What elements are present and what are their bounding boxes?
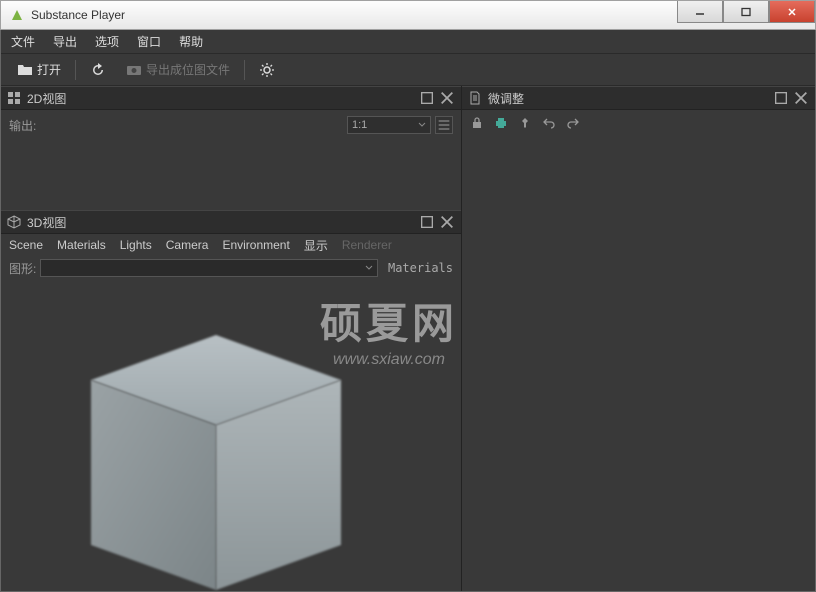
tab-materials[interactable]: Materials bbox=[57, 238, 106, 252]
view2d-options-button[interactable] bbox=[435, 116, 453, 134]
maximize-button[interactable] bbox=[723, 1, 769, 23]
undo-icon[interactable] bbox=[542, 116, 556, 130]
cube-icon bbox=[7, 215, 21, 229]
refresh-button[interactable] bbox=[84, 59, 112, 81]
shape-select[interactable] bbox=[40, 259, 378, 277]
tab-display[interactable]: 显示 bbox=[304, 237, 328, 254]
panel-3d-header: 3D视图 bbox=[1, 210, 461, 234]
export-bitmap-button[interactable]: 导出成位图文件 bbox=[120, 58, 236, 81]
grid-icon bbox=[7, 91, 21, 105]
chevron-down-icon bbox=[365, 264, 373, 272]
lock-icon[interactable] bbox=[470, 116, 484, 130]
tab-renderer: Renderer bbox=[342, 238, 392, 252]
viewport-3d[interactable] bbox=[1, 280, 461, 591]
gear-sun-icon bbox=[259, 62, 275, 78]
panel-3d-popout[interactable] bbox=[419, 214, 435, 230]
toolbar: 打开 导出成位图文件 bbox=[1, 54, 815, 86]
panel-2d-close[interactable] bbox=[439, 90, 455, 106]
panel-2d-body: 输出: 1:1 bbox=[1, 110, 461, 210]
redo-icon[interactable] bbox=[566, 116, 580, 130]
shape-label: 图形: bbox=[9, 260, 36, 277]
close-button[interactable] bbox=[769, 1, 815, 23]
panel-3d-title: 3D视图 bbox=[27, 214, 66, 231]
materials-button[interactable]: Materials bbox=[388, 261, 453, 275]
camera-icon bbox=[126, 62, 142, 78]
menubar: 文件 导出 选项 窗口 帮助 bbox=[1, 30, 815, 54]
menu-help[interactable]: 帮助 bbox=[179, 33, 203, 50]
tweaks-toolbar bbox=[462, 110, 815, 136]
menu-options[interactable]: 选项 bbox=[95, 33, 119, 50]
print-icon[interactable] bbox=[494, 116, 508, 130]
panel-3d-tabs: Scene Materials Lights Camera Environmen… bbox=[1, 234, 461, 256]
app-logo-icon bbox=[9, 7, 25, 23]
menu-window[interactable]: 窗口 bbox=[137, 33, 161, 50]
tweaks-body bbox=[462, 136, 815, 591]
ratio-select[interactable]: 1:1 bbox=[347, 116, 431, 134]
output-label: 输出: bbox=[9, 117, 36, 134]
panel-tweaks-close[interactable] bbox=[793, 90, 809, 106]
folder-open-icon bbox=[17, 62, 33, 78]
panel-2d-header: 2D视图 bbox=[1, 86, 461, 110]
panel-tweaks-title: 微调整 bbox=[488, 90, 524, 107]
minimize-button[interactable] bbox=[677, 1, 723, 23]
document-icon bbox=[468, 91, 482, 105]
chevron-down-icon bbox=[418, 121, 426, 129]
pin-icon[interactable] bbox=[518, 116, 532, 130]
cube-mesh bbox=[51, 320, 351, 591]
tab-scene[interactable]: Scene bbox=[9, 238, 43, 252]
menu-export[interactable]: 导出 bbox=[53, 33, 77, 50]
tab-lights[interactable]: Lights bbox=[120, 238, 152, 252]
tab-camera[interactable]: Camera bbox=[166, 238, 209, 252]
window-title: Substance Player bbox=[31, 8, 125, 22]
panel-2d-title: 2D视图 bbox=[27, 90, 66, 107]
tab-environment[interactable]: Environment bbox=[222, 238, 289, 252]
bars-icon bbox=[436, 117, 452, 133]
open-button[interactable]: 打开 bbox=[11, 58, 67, 81]
panel-3d-close[interactable] bbox=[439, 214, 455, 230]
menu-file[interactable]: 文件 bbox=[11, 33, 35, 50]
window-titlebar: Substance Player bbox=[0, 0, 816, 30]
refresh-icon bbox=[90, 62, 106, 78]
panel-tweaks-header: 微调整 bbox=[462, 86, 815, 110]
panel-tweaks-popout[interactable] bbox=[773, 90, 789, 106]
settings-button[interactable] bbox=[253, 59, 281, 81]
shape-row: 图形: Materials bbox=[1, 256, 461, 280]
panel-2d-popout[interactable] bbox=[419, 90, 435, 106]
